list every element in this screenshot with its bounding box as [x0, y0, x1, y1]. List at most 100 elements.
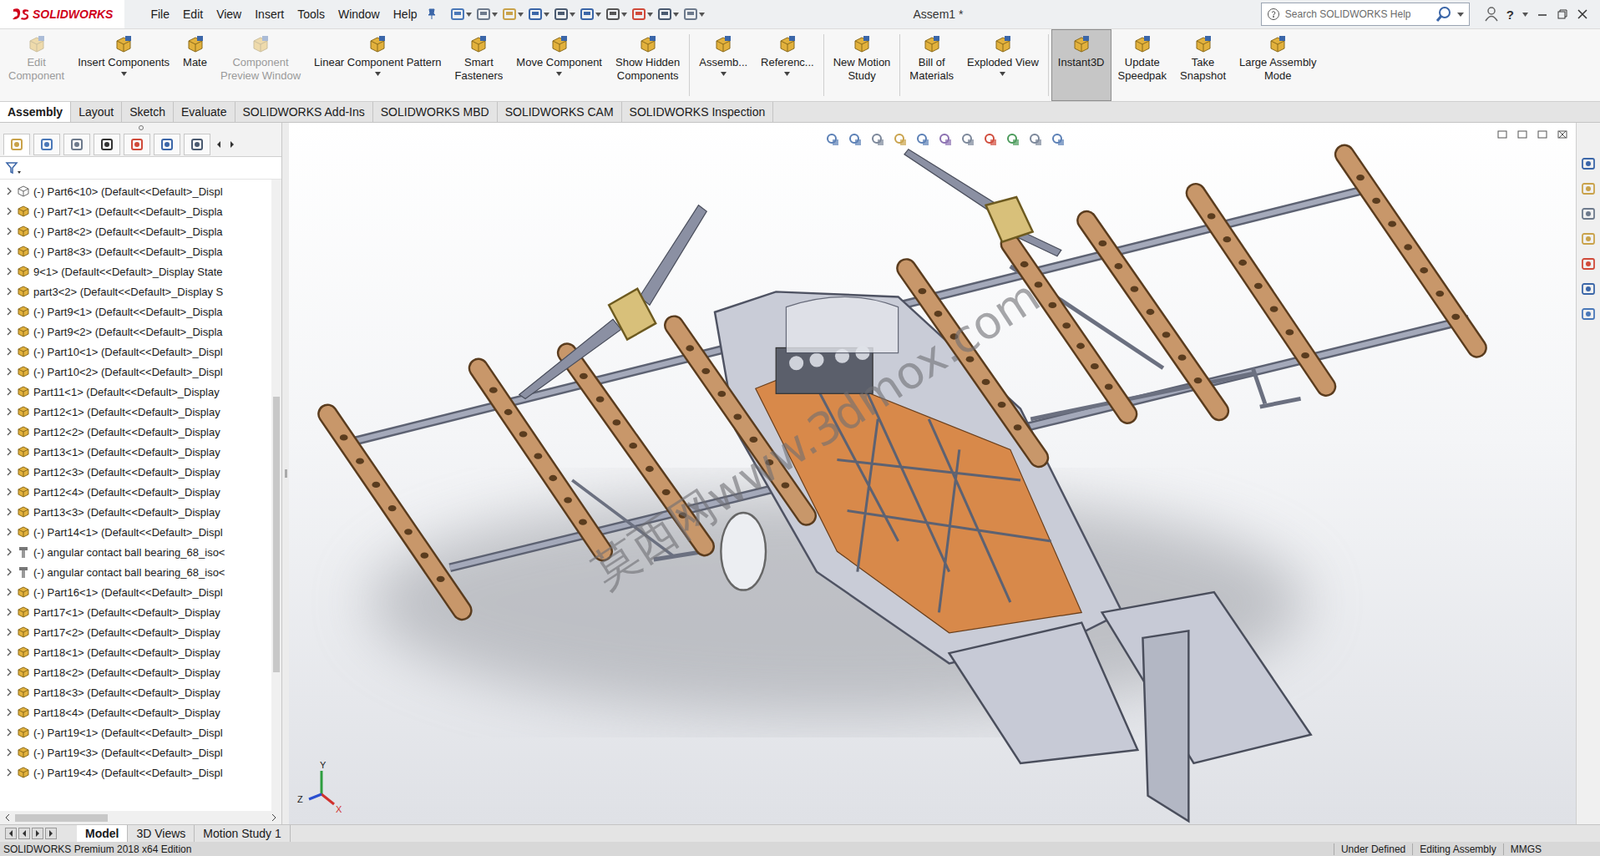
tree-item[interactable]: (-) angular contact ball bearing_68_iso<: [0, 541, 272, 563]
expand-icon[interactable]: [5, 447, 14, 456]
tree-item[interactable]: Part13<3> (Default<<Default>_Display: [0, 501, 272, 522]
manager-tab[interactable]: [153, 133, 181, 156]
manager-tab[interactable]: [33, 133, 61, 156]
expand-icon[interactable]: [5, 227, 14, 236]
logo[interactable]: SOLIDWORKS: [0, 0, 125, 29]
view-tool-icon[interactable]: [892, 131, 908, 147]
tree-item[interactable]: (-) Part10<1> (Default<<Default>_Displ: [0, 341, 272, 362]
ribbon-button[interactable]: New MotionStudy: [826, 29, 898, 102]
tree-item[interactable]: Part12<1> (Default<<Default>_Display: [0, 401, 272, 422]
command-tab[interactable]: SOLIDWORKS Add-Ins: [235, 101, 374, 122]
expand-icon[interactable]: [5, 427, 14, 436]
menu-item[interactable]: Help: [387, 4, 424, 25]
bottom-tab[interactable]: 3D Views: [127, 825, 195, 842]
tree-item[interactable]: (-) Part8<2> (Default<<Default>_Displa: [0, 221, 272, 242]
task-pane-icon[interactable]: [1580, 231, 1596, 247]
task-pane-icon[interactable]: [1580, 281, 1596, 297]
menu-item[interactable]: Edit: [177, 4, 209, 25]
ribbon-button[interactable]: EditComponent: [1, 29, 71, 102]
dropdown-icon[interactable]: [121, 71, 127, 76]
expand-icon[interactable]: [5, 467, 14, 476]
tree-item[interactable]: Part18<3> (Default<<Default>_Display: [0, 682, 272, 703]
ribbon-button[interactable]: Move Component: [509, 29, 609, 102]
expand-icon[interactable]: [5, 507, 14, 517]
task-pane-icon[interactable]: [1580, 256, 1596, 272]
tree-item[interactable]: (-) Part19<1> (Default<<Default>_Displ: [0, 722, 272, 743]
toolbar-button[interactable]: [501, 6, 524, 22]
ribbon-button[interactable]: Insert Components: [70, 29, 177, 102]
viewport-control-icon[interactable]: [1517, 129, 1528, 140]
tree-item[interactable]: Part12<3> (Default<<Default>_Display: [0, 461, 272, 482]
dropdown-icon[interactable]: [556, 71, 563, 76]
nav-arrow-icon[interactable]: [31, 827, 44, 840]
tree-item[interactable]: (-) Part16<1> (Default<<Default>_Displ: [0, 582, 272, 603]
view-tool-icon[interactable]: [825, 131, 841, 147]
arrow-right-icon[interactable]: [227, 138, 238, 151]
tree-item[interactable]: 9<1> (Default<<Default>_Display State: [0, 261, 272, 282]
ribbon-button[interactable]: Assemb...: [692, 29, 755, 102]
toolbar-button[interactable]: [475, 6, 498, 22]
ribbon-button[interactable]: Linear Component Pattern: [307, 29, 448, 102]
help-button[interactable]: ?: [1506, 7, 1514, 22]
toolbar-button[interactable]: [683, 6, 705, 22]
close-icon[interactable]: [1576, 8, 1589, 21]
bottom-tab[interactable]: Motion Study 1: [194, 825, 290, 842]
nav-arrow-icon[interactable]: [18, 827, 31, 840]
tree-item[interactable]: (-) Part19<4> (Default<<Default>_Displ: [0, 762, 272, 783]
expand-icon[interactable]: [5, 587, 14, 597]
dropdown-icon[interactable]: [720, 71, 727, 76]
menu-item[interactable]: Tools: [291, 4, 331, 25]
viewport-control-icon[interactable]: [1537, 129, 1548, 140]
command-tab[interactable]: SOLIDWORKS Inspection: [622, 101, 775, 122]
expand-icon[interactable]: [5, 627, 14, 637]
command-tab[interactable]: Layout: [70, 101, 122, 122]
expand-icon[interactable]: [5, 487, 14, 497]
expand-icon[interactable]: [5, 367, 14, 376]
expand-icon[interactable]: [5, 347, 14, 356]
toolbar-button[interactable]: [527, 6, 550, 22]
graphics-area[interactable]: 莫西网www.3dmox.com YXZ: [288, 122, 1576, 825]
expand-icon[interactable]: [5, 247, 14, 256]
ribbon-button[interactable]: TakeSnapshot: [1173, 29, 1233, 102]
horizontal-scrollbar[interactable]: [0, 810, 282, 825]
tree-item[interactable]: (-) Part14<1> (Default<<Default>_Displ: [0, 521, 272, 542]
view-tool-icon[interactable]: [870, 131, 886, 147]
bottom-tab[interactable]: Model: [76, 825, 128, 842]
tree-item[interactable]: (-) Part8<3> (Default<<Default>_Displa: [0, 241, 272, 262]
view-tool-icon[interactable]: [1027, 131, 1044, 147]
toolbar-button[interactable]: [605, 6, 628, 22]
expand-icon[interactable]: [5, 527, 14, 537]
expand-icon[interactable]: [5, 567, 14, 577]
ribbon-button[interactable]: SmartFasteners: [448, 29, 511, 102]
caret-icon[interactable]: [1457, 12, 1464, 17]
unit-system[interactable]: MMGS: [1503, 843, 1600, 856]
pin-icon[interactable]: [425, 7, 439, 21]
tree-item[interactable]: Part17<1> (Default<<Default>_Display: [0, 602, 272, 623]
restore-icon[interactable]: [1556, 8, 1569, 21]
expand-icon[interactable]: [5, 728, 14, 737]
airplane-model[interactable]: [288, 122, 1576, 825]
ribbon-button[interactable]: Bill ofMaterials: [902, 29, 961, 102]
arrow-left-icon[interactable]: [213, 138, 224, 151]
nav-arrow-icon[interactable]: [5, 827, 17, 840]
manager-tab[interactable]: [63, 133, 91, 156]
vertical-scrollbar[interactable]: [271, 179, 282, 811]
ribbon-button[interactable]: Referenc...: [754, 29, 821, 102]
toolbar-button[interactable]: [553, 6, 576, 22]
tree-item[interactable]: (-) Part9<2> (Default<<Default>_Displa: [0, 321, 272, 342]
search-icon[interactable]: [1435, 5, 1453, 23]
expand-icon[interactable]: [5, 287, 14, 296]
tree-item[interactable]: (-) Part6<10> (Default<<Default>_Displ: [0, 181, 272, 202]
panel-handle[interactable]: [0, 122, 282, 133]
toolbar-button[interactable]: [631, 6, 654, 22]
tree-item[interactable]: Part13<1> (Default<<Default>_Display: [0, 441, 272, 462]
view-tool-icon[interactable]: [982, 131, 998, 147]
dropdown-icon[interactable]: [999, 71, 1006, 76]
tree-item[interactable]: Part18<2> (Default<<Default>_Display: [0, 662, 272, 683]
view-tool-icon[interactable]: [915, 131, 931, 147]
expand-icon[interactable]: [5, 648, 14, 657]
nav-arrow-icon[interactable]: [45, 827, 57, 840]
task-pane-icon[interactable]: [1580, 306, 1596, 322]
expand-icon[interactable]: [5, 708, 14, 717]
ribbon-button[interactable]: UpdateSpeedpak: [1111, 29, 1175, 102]
